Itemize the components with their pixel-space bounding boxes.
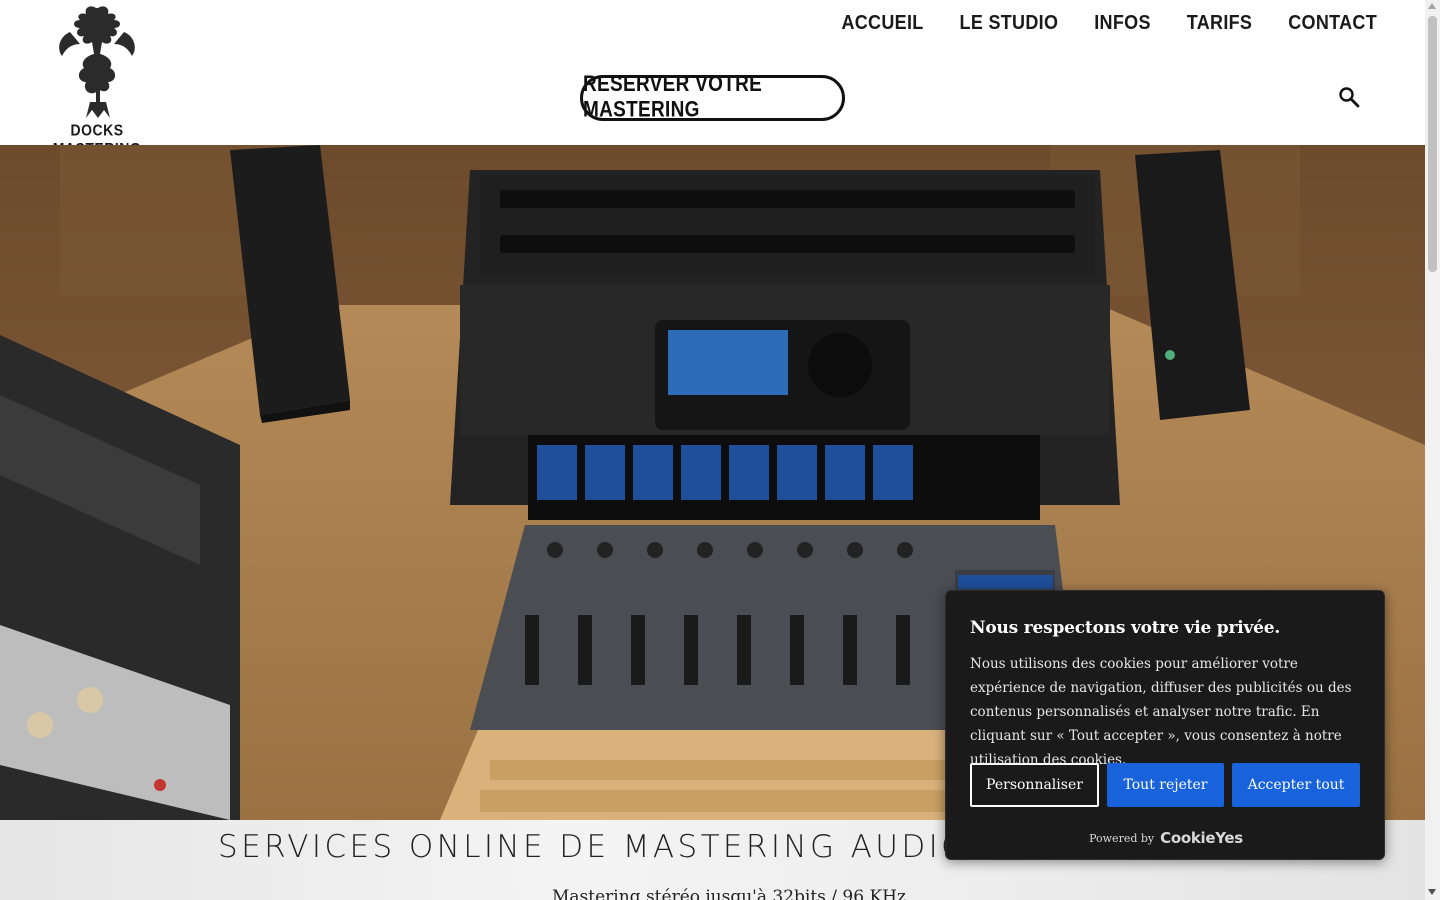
book-mastering-label: RESERVER VOTRE MASTERING [583,72,763,123]
scrollbar-thumb[interactable] [1428,16,1437,272]
cookie-accept-all-button[interactable]: Accepter tout [1232,763,1360,807]
cookie-consent-banner: Nous respectons votre vie privée. Nous u… [945,590,1385,860]
nav-item-tarifs[interactable]: TARIFS [1187,10,1252,34]
site-logo[interactable]: DOCKS MASTERING [32,2,162,157]
cookie-customize-button[interactable]: Personnaliser [970,763,1099,807]
site-header: DOCKS MASTERING ACCUEIL LE STUDIO INFOS … [0,0,1425,157]
nav-item-contact[interactable]: CONTACT [1288,10,1377,34]
scroll-up-arrow-icon[interactable] [1428,3,1436,9]
main-nav: ACCUEIL LE STUDIO INFOS TARIFS CONTACT [841,10,1377,34]
powered-by-label: Powered by [1089,831,1155,845]
services-subtitle: Mastering stéréo jusqu'à 32bits / 96 KHz [552,887,906,900]
cookieyes-logo: CookieYes [1160,829,1243,847]
scroll-down-arrow-icon[interactable] [1428,889,1436,895]
nav-item-le-studio[interactable]: LE STUDIO [960,10,1059,34]
cookie-description: Nous utilisons des cookies pour améliore… [970,656,1352,768]
nav-item-infos[interactable]: INFOS [1094,10,1151,34]
cookie-title: Nous respectons votre vie privée. [970,618,1281,638]
cookie-reject-all-button[interactable]: Tout rejeter [1107,763,1224,807]
search-button[interactable] [1338,86,1360,108]
page-scrollbar[interactable] [1425,0,1440,900]
nav-item-accueil[interactable]: ACCUEIL [841,10,923,34]
book-mastering-button[interactable]: RESERVER VOTRE MASTERING [580,72,845,123]
services-heading: SERVICES ONLINE DE MASTERING AUDIO PR [218,829,1030,865]
cookie-powered-by[interactable]: Powered by CookieYes [946,829,1386,847]
search-icon [1339,87,1360,108]
phoenix-logo-icon [59,6,135,118]
cookie-actions: Personnaliser Tout rejeter Accepter tout [970,763,1360,807]
